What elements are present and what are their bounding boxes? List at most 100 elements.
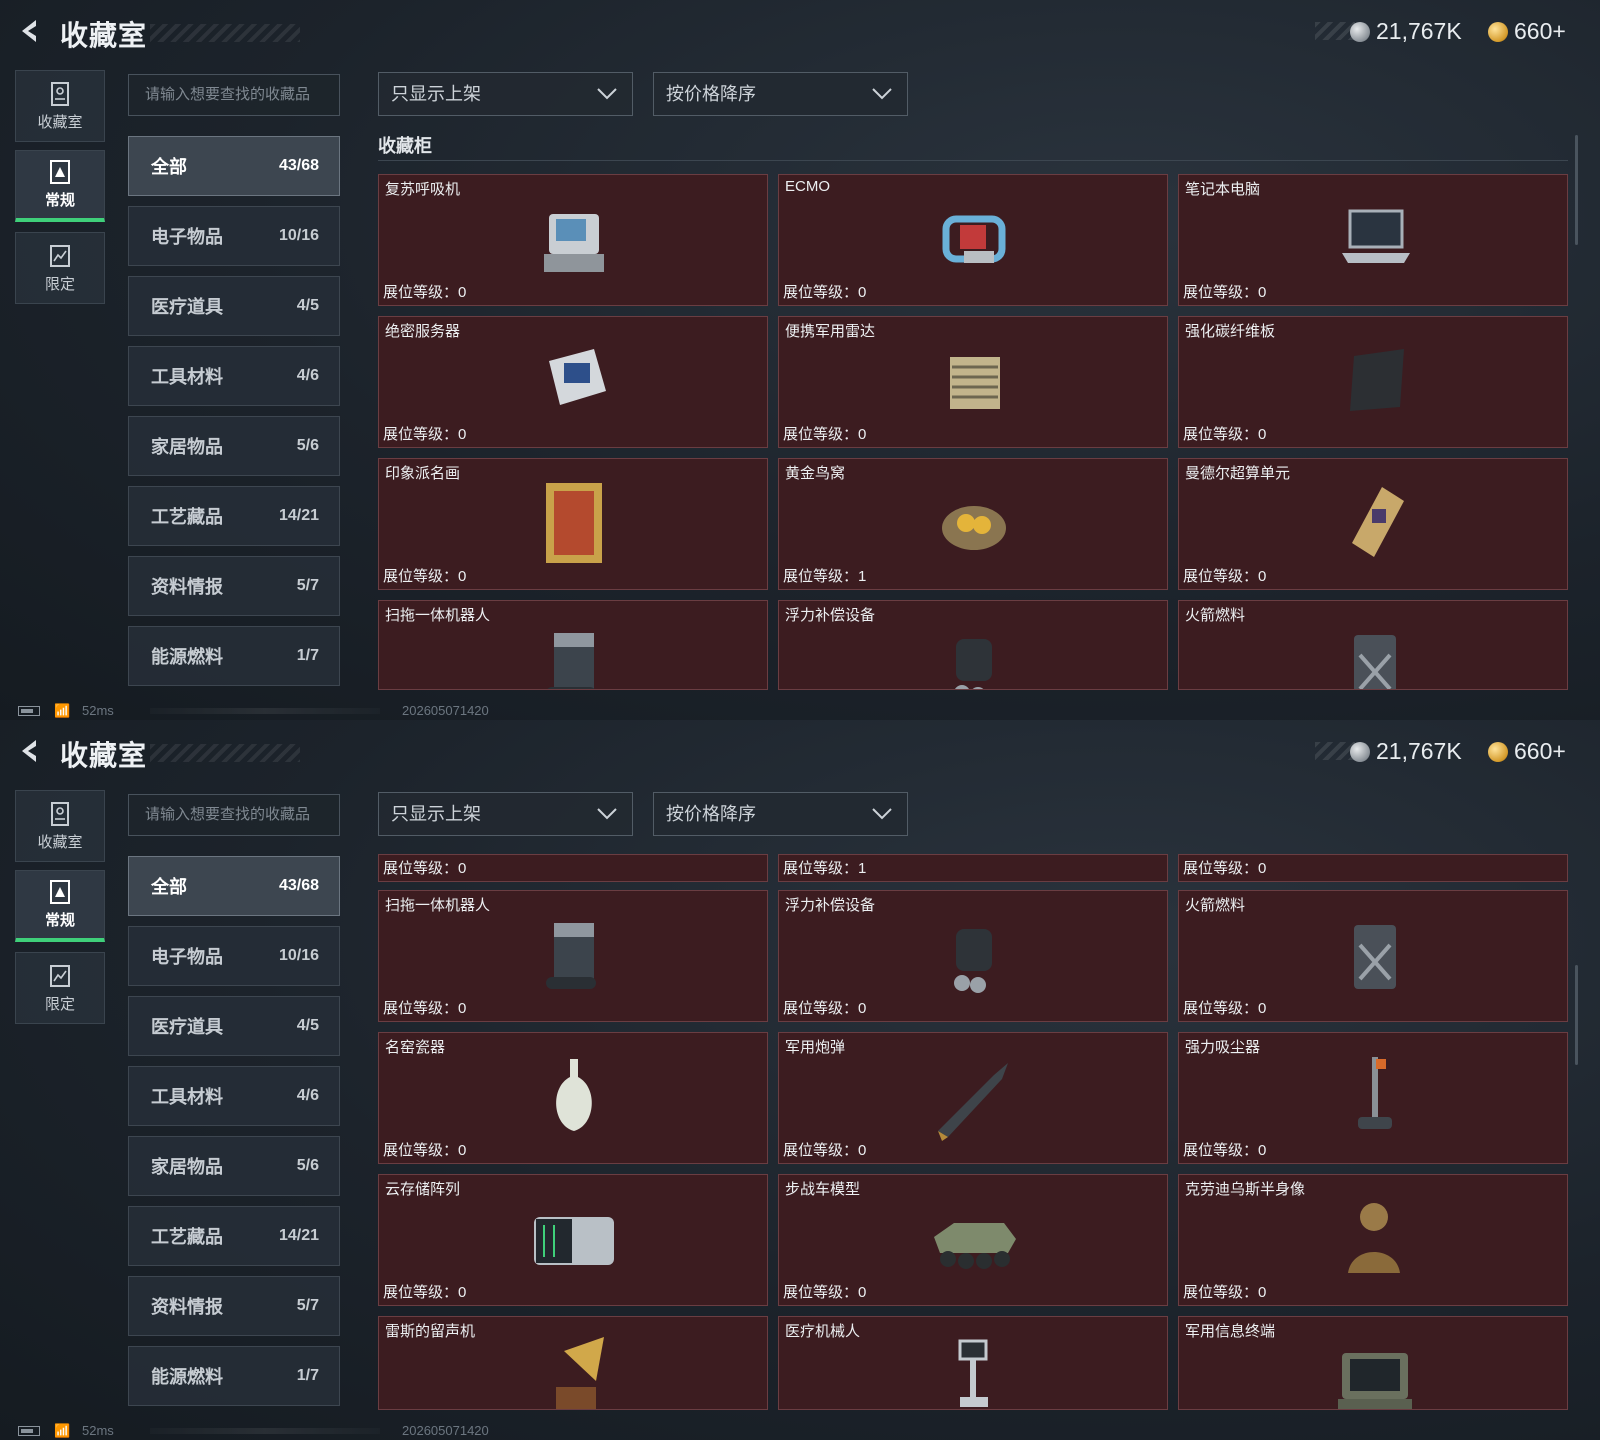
booth-level-value: 0 xyxy=(1258,1142,1267,1159)
wifi-icon: 📶 xyxy=(54,1423,71,1438)
chevron-down-icon xyxy=(597,88,617,100)
collection-card[interactable]: 笔记本电脑 展位等级：0 xyxy=(1178,174,1568,306)
category-item[interactable]: 电子物品 10/16 xyxy=(128,926,340,986)
category-count: 5/7 xyxy=(296,1297,319,1314)
sort-dropdown[interactable]: 按价格降序 xyxy=(653,792,908,836)
category-item[interactable]: 工艺藏品 14/21 xyxy=(128,1206,340,1266)
collection-card[interactable]: 印象派名画 展位等级：0 xyxy=(378,458,768,590)
collection-card[interactable]: 火箭燃料 展位等级：0 xyxy=(1178,890,1568,1022)
category-item[interactable]: 工具材料 4/6 xyxy=(128,346,340,406)
collection-card[interactable]: 曼德尔超算单元 展位等级：0 xyxy=(1178,458,1568,590)
category-item[interactable]: 工具材料 4/6 xyxy=(128,1066,340,1126)
display-filter-dropdown[interactable]: 只显示上架 xyxy=(378,72,633,116)
back-button[interactable] xyxy=(16,736,46,766)
scrollbar-thumb[interactable] xyxy=(1575,965,1578,1065)
collection-card[interactable]: 雷斯的留声机 xyxy=(378,1316,768,1410)
collection-card[interactable]: 军用炮弹 展位等级：0 xyxy=(778,1032,1168,1164)
collection-card[interactable]: 复苏呼吸机 展位等级：0 xyxy=(378,174,768,306)
collection-card[interactable]: 浮力补偿设备 展位等级：0 xyxy=(778,890,1168,1022)
silver-coin-icon xyxy=(1350,741,1370,762)
collection-card[interactable]: 扫拖一体机器人 xyxy=(378,600,768,690)
nav-collection-room[interactable]: 收藏室 xyxy=(15,790,105,862)
collection-card[interactable]: 医疗机械人 xyxy=(778,1316,1168,1410)
nav-regular[interactable]: 常规 xyxy=(15,870,105,942)
screen-top: 收藏室 21,767K 660+ 收藏室 常规 限定 请输入想要查找的收藏品 只… xyxy=(0,0,1600,720)
category-item[interactable]: 工艺藏品 14/21 xyxy=(128,486,340,546)
collection-card[interactable]: 黄金鸟窝 展位等级：1 xyxy=(778,458,1168,590)
status-bar-strip xyxy=(150,708,380,714)
collection-card[interactable]: 步战车模型 展位等级：0 xyxy=(778,1174,1168,1306)
category-item[interactable]: 全部 43/68 xyxy=(128,136,340,196)
collection-card[interactable]: 强化碳纤维板 展位等级：0 xyxy=(1178,316,1568,448)
item-name: 绝密服务器 xyxy=(385,323,461,340)
nav-regular[interactable]: 常规 xyxy=(15,150,105,222)
silver-coin-icon xyxy=(1350,21,1370,42)
collection-card[interactable]: 绝密服务器 展位等级：0 xyxy=(378,316,768,448)
scrollbar-thumb[interactable] xyxy=(1575,135,1578,245)
item-name: 扫拖一体机器人 xyxy=(385,607,491,624)
collection-card[interactable]: 名窑瓷器 展位等级：0 xyxy=(378,1032,768,1164)
search-input[interactable]: 请输入想要查找的收藏品 xyxy=(128,74,340,116)
vacuum-icon xyxy=(1358,1057,1392,1129)
item-name: 步战车模型 xyxy=(785,1181,861,1198)
page-title: 收藏室 xyxy=(60,20,148,51)
nav-limited[interactable]: 限定 xyxy=(15,232,105,304)
collection-card[interactable]: 云存储阵列 展位等级：0 xyxy=(378,1174,768,1306)
gold-currency[interactable]: 660+ xyxy=(1488,738,1566,765)
collection-card[interactable]: 克劳迪乌斯半身像 展位等级：0 xyxy=(1178,1174,1568,1306)
collection-card[interactable]: 展位等级：1 xyxy=(778,854,1168,882)
gold-currency[interactable]: 660+ xyxy=(1488,18,1566,45)
header-stripes xyxy=(150,24,300,42)
mop-robot-icon xyxy=(546,923,596,989)
storage-array-icon xyxy=(534,1217,614,1265)
booth-level-value: 0 xyxy=(458,1284,467,1301)
silver-amount: 21,767K xyxy=(1376,18,1462,44)
display-filter-dropdown[interactable]: 只显示上架 xyxy=(378,792,633,836)
collection-card[interactable]: 展位等级：0 xyxy=(378,854,768,882)
booth-level-value: 0 xyxy=(858,284,867,301)
category-item[interactable]: 家居物品 5/6 xyxy=(128,1136,340,1196)
booth-level-label: 展位等级： xyxy=(783,1142,859,1159)
category-item[interactable]: 医疗道具 4/5 xyxy=(128,276,340,336)
item-name: 医疗机械人 xyxy=(785,1323,861,1340)
category-name: 医疗道具 xyxy=(151,297,223,317)
artillery-shell-icon xyxy=(938,1063,1008,1141)
nav-collection-room[interactable]: 收藏室 xyxy=(15,70,105,142)
rocket-fuel-icon xyxy=(1354,635,1396,689)
sort-dropdown[interactable]: 按价格降序 xyxy=(653,72,908,116)
booth-level: 展位等级：1 xyxy=(783,857,866,878)
back-button[interactable] xyxy=(16,16,46,46)
category-item[interactable]: 资料情报 5/7 xyxy=(128,1276,340,1336)
item-name: 笔记本电脑 xyxy=(1185,181,1261,198)
collection-card[interactable]: 扫拖一体机器人 展位等级：0 xyxy=(378,890,768,1022)
collection-card[interactable]: 军用信息终端 xyxy=(1178,1316,1568,1410)
collection-card[interactable]: 浮力补偿设备 xyxy=(778,600,1168,690)
nav-label: 限定 xyxy=(44,995,75,1013)
search-input[interactable]: 请输入想要查找的收藏品 xyxy=(128,794,340,836)
booth-level-label: 展位等级： xyxy=(383,1142,459,1159)
nav-limited[interactable]: 限定 xyxy=(15,952,105,1024)
category-count: 14/21 xyxy=(278,1227,319,1244)
category-item[interactable]: 医疗道具 4/5 xyxy=(128,996,340,1056)
collection-card[interactable]: ECMO 展位等级：0 xyxy=(778,174,1168,306)
booth-level: 展位等级：0 xyxy=(383,997,466,1018)
item-name: 火箭燃料 xyxy=(1185,897,1246,914)
booth-level-value: 0 xyxy=(858,1284,867,1301)
battery-icon xyxy=(18,1426,40,1436)
category-item[interactable]: 全部 43/68 xyxy=(128,856,340,916)
item-name: 名窑瓷器 xyxy=(385,1039,446,1056)
collection-card[interactable]: 展位等级：0 xyxy=(1178,854,1568,882)
build-number: 202605071420 xyxy=(402,1423,489,1438)
category-count: 5/6 xyxy=(296,437,319,454)
collection-card[interactable]: 便携军用雷达 展位等级：0 xyxy=(778,316,1168,448)
category-item[interactable]: 能源燃料 1/7 xyxy=(128,626,340,686)
item-name: 印象派名画 xyxy=(385,465,461,482)
category-item[interactable]: 电子物品 10/16 xyxy=(128,206,340,266)
collection-card[interactable]: 火箭燃料 xyxy=(1178,600,1568,690)
booth-level-value: 0 xyxy=(1258,1000,1267,1017)
collection-card[interactable]: 强力吸尘器 展位等级：0 xyxy=(1178,1032,1568,1164)
category-item[interactable]: 资料情报 5/7 xyxy=(128,556,340,616)
item-name: 火箭燃料 xyxy=(1185,607,1246,624)
category-item[interactable]: 家居物品 5/6 xyxy=(128,416,340,476)
category-item[interactable]: 能源燃料 1/7 xyxy=(128,1346,340,1406)
